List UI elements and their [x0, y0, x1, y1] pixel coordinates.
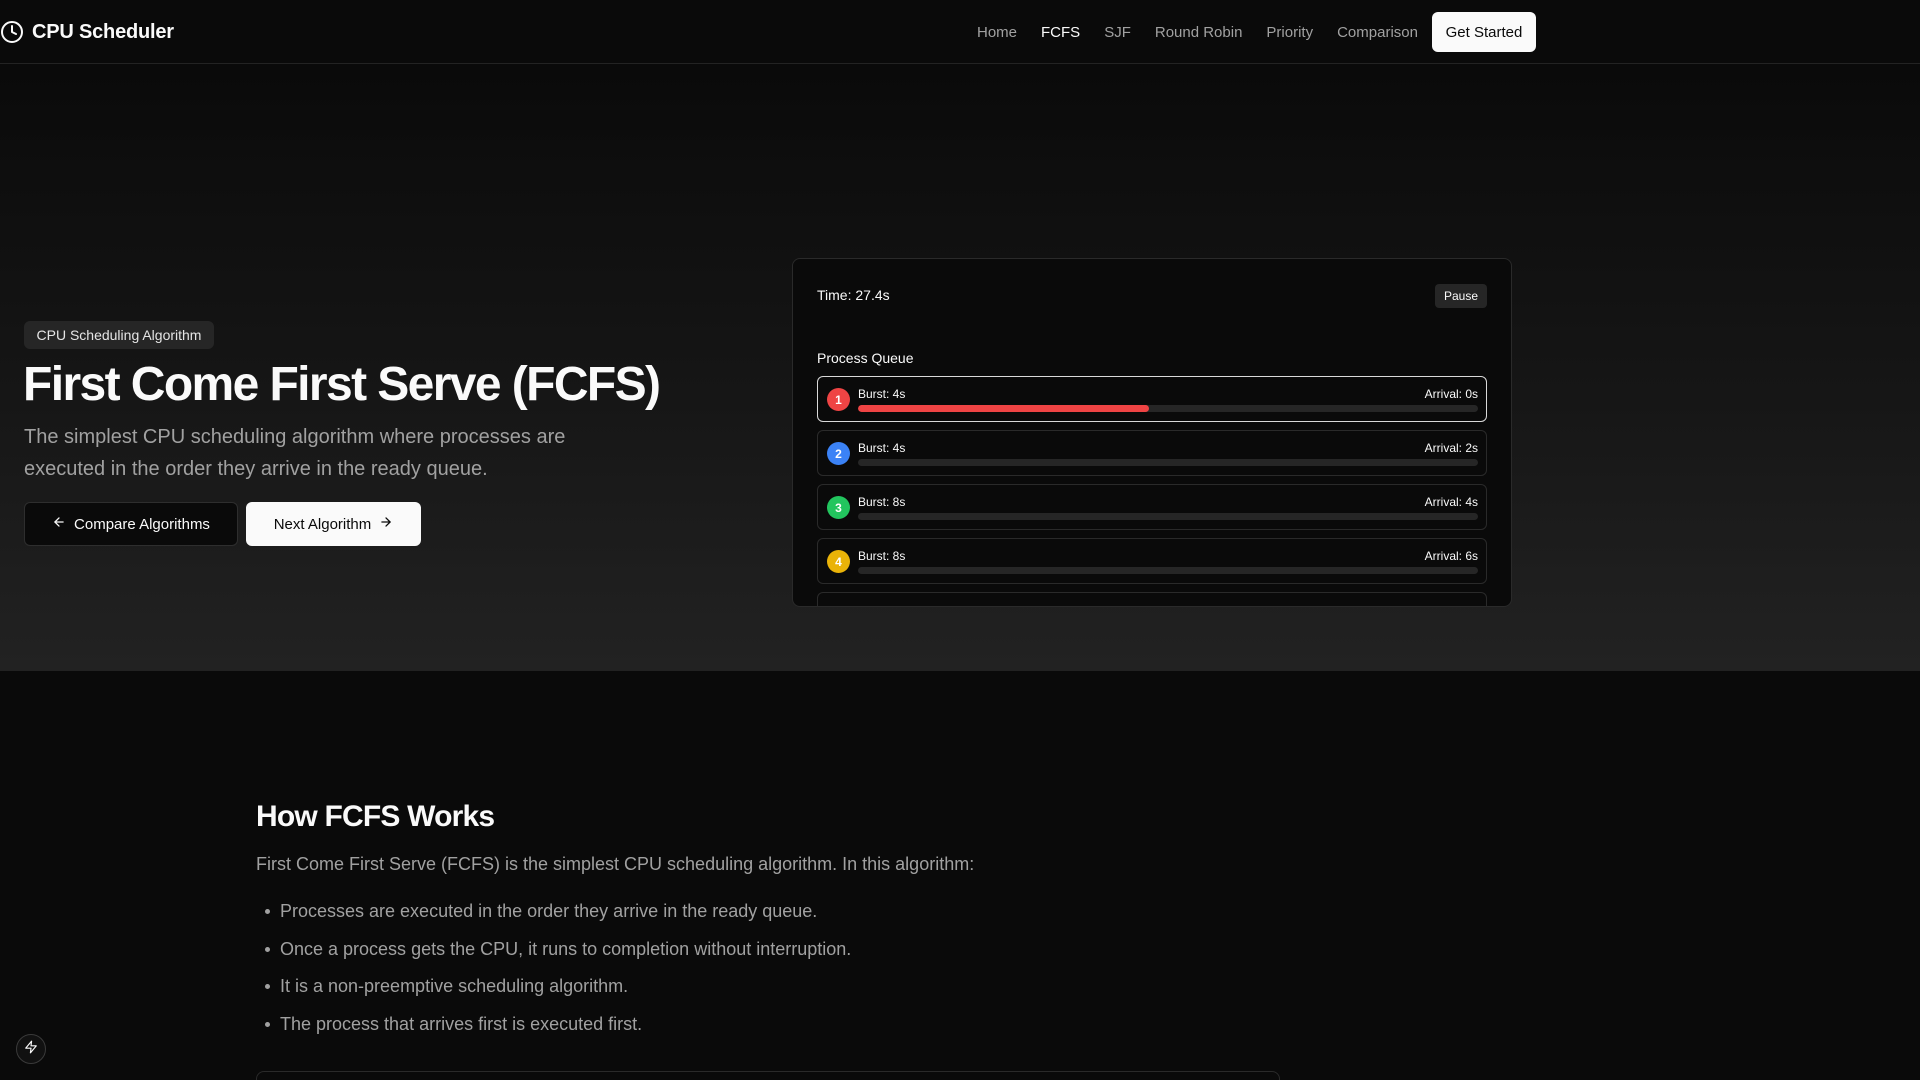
dev-tools-button[interactable]: [16, 1034, 46, 1064]
top-nav: CPU Scheduler Home FCFS SJF Round Robin …: [0, 0, 1920, 64]
hero-description: The simplest CPU scheduling algorithm wh…: [24, 426, 566, 480]
process-number: 4: [827, 550, 850, 573]
process-row-4: 4 Burst: 8s Arrival: 6s: [817, 538, 1487, 584]
section-intro: First Come First Serve (FCFS) is the sim…: [256, 854, 975, 874]
process-progress-track: [858, 513, 1478, 520]
simulation-time: Time: 27.4s: [817, 287, 890, 303]
nav-link-home[interactable]: Home: [977, 24, 1017, 41]
nav-link-fcfs[interactable]: FCFS: [1041, 24, 1080, 41]
process-burst: Burst: 4s: [858, 387, 906, 401]
process-arrival: Arrival: 6s: [1424, 549, 1478, 563]
process-arrival: Arrival: 0s: [1424, 387, 1478, 401]
nav-link-round-robin[interactable]: Round Robin: [1155, 24, 1243, 41]
process-queue-label: Process Queue: [817, 350, 914, 366]
process-progress-track: [858, 405, 1478, 412]
compare-algorithms-button[interactable]: Compare Algorithms: [24, 502, 238, 546]
process-progress-track: [858, 459, 1478, 466]
process-number: 2: [827, 442, 850, 465]
nav-link-priority[interactable]: Priority: [1266, 24, 1313, 41]
get-started-button[interactable]: Get Started: [1432, 12, 1536, 52]
next-algorithm-button[interactable]: Next Algorithm: [246, 502, 421, 546]
arrow-left-icon: [52, 515, 66, 533]
process-progress-fill: [858, 405, 1150, 412]
simulation-card: Time: 27.4s Pause Process Queue 1 Burst:…: [792, 258, 1512, 607]
nav-links: Home FCFS SJF Round Robin Priority Compa…: [977, 0, 1418, 64]
nav-link-comparison[interactable]: Comparison: [1337, 24, 1418, 41]
process-burst: Burst: 4s: [858, 441, 906, 455]
category-badge: CPU Scheduling Algorithm: [24, 321, 214, 349]
process-row-2: 2 Burst: 4s Arrival: 2s: [817, 430, 1487, 476]
arrow-right-icon: [379, 515, 393, 533]
brand[interactable]: CPU Scheduler: [0, 0, 174, 64]
lightning-icon: [24, 1040, 38, 1059]
page-title: First Come First Serve (FCFS): [23, 358, 661, 411]
section-title: How FCFS Works: [256, 800, 495, 833]
process-arrival: Arrival: 4s: [1424, 495, 1478, 509]
process-burst: Burst: 8s: [858, 495, 906, 509]
process-progress-track: [858, 567, 1478, 574]
list-item: Once a process gets the CPU, it runs to …: [256, 938, 851, 976]
list-item: It is a non-preemptive scheduling algori…: [256, 975, 851, 1013]
brand-title: CPU Scheduler: [32, 20, 174, 43]
process-row-1: 1 Burst: 4s Arrival: 0s: [817, 376, 1487, 422]
pause-button[interactable]: Pause: [1434, 284, 1487, 308]
hero-section: CPU Scheduling Algorithm First Come Firs…: [0, 65, 1920, 671]
process-number: 1: [827, 388, 850, 411]
list-item: Processes are executed in the order they…: [256, 900, 851, 938]
process-number: 3: [827, 496, 850, 519]
next-algorithm-label: Next Algorithm: [273, 515, 372, 533]
nav-link-sjf[interactable]: SJF: [1104, 24, 1131, 41]
process-row-3: 3 Burst: 8s Arrival: 4s: [817, 484, 1487, 530]
compare-algorithms-label: Compare Algorithms: [74, 515, 210, 533]
clock-icon: [0, 20, 24, 44]
feature-list: Processes are executed in the order they…: [256, 900, 851, 1050]
process-row-5-partial: [817, 592, 1487, 606]
example-card: [256, 1071, 1280, 1080]
process-burst: Burst: 8s: [858, 549, 906, 563]
list-item: The process that arrives first is execut…: [256, 1013, 851, 1051]
process-arrival: Arrival: 2s: [1424, 441, 1478, 455]
